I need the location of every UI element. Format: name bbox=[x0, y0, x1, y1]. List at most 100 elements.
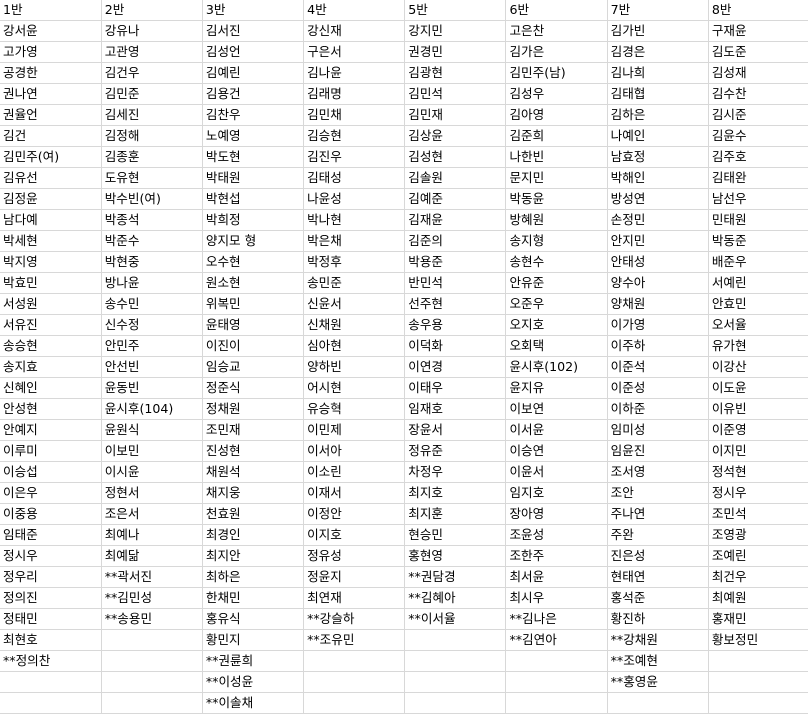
header-cell[interactable]: 7반 bbox=[607, 0, 709, 21]
table-cell[interactable]: 권경민 bbox=[404, 41, 507, 63]
table-cell[interactable] bbox=[404, 692, 507, 714]
table-cell[interactable]: 이보연 bbox=[505, 398, 608, 420]
table-cell[interactable]: 김가은 bbox=[505, 41, 608, 63]
header-cell[interactable]: 3반 bbox=[202, 0, 305, 21]
table-cell[interactable]: 이준성 bbox=[607, 377, 709, 399]
table-cell[interactable]: 김래명 bbox=[303, 83, 406, 105]
table-cell[interactable]: 오수현 bbox=[202, 251, 305, 273]
table-cell[interactable]: 김진우 bbox=[303, 146, 406, 168]
table-cell[interactable]: 김용건 bbox=[202, 83, 305, 105]
table-cell[interactable]: 송수민 bbox=[101, 293, 203, 315]
table-cell[interactable]: 조한주 bbox=[505, 545, 608, 567]
table-cell[interactable]: 최건우 bbox=[708, 566, 808, 588]
table-cell[interactable] bbox=[505, 650, 608, 672]
table-cell[interactable]: 김민채 bbox=[303, 104, 406, 126]
table-cell[interactable]: 윤태영 bbox=[202, 314, 305, 336]
table-cell[interactable] bbox=[404, 629, 507, 651]
table-cell[interactable] bbox=[303, 671, 406, 693]
table-cell[interactable]: 이하준 bbox=[607, 398, 709, 420]
table-cell[interactable]: 서유진 bbox=[0, 314, 102, 336]
table-cell[interactable]: 서예린 bbox=[708, 272, 808, 294]
table-cell[interactable]: 김상윤 bbox=[404, 125, 507, 147]
table-cell[interactable]: 이재서 bbox=[303, 482, 406, 504]
table-cell[interactable]: 선주현 bbox=[404, 293, 507, 315]
table-cell[interactable] bbox=[101, 629, 203, 651]
table-cell[interactable]: 윤원식 bbox=[101, 419, 203, 441]
table-cell[interactable]: 진성현 bbox=[202, 440, 305, 462]
table-cell[interactable]: 임미성 bbox=[607, 419, 709, 441]
table-cell[interactable]: 박은채 bbox=[303, 230, 406, 252]
table-cell[interactable]: 진은성 bbox=[607, 545, 709, 567]
table-cell[interactable]: 오서율 bbox=[708, 314, 808, 336]
table-cell[interactable]: 박효민 bbox=[0, 272, 102, 294]
table-cell[interactable]: 남다예 bbox=[0, 209, 102, 231]
table-cell[interactable]: 주나연 bbox=[607, 503, 709, 525]
table-cell[interactable] bbox=[708, 650, 808, 672]
table-cell[interactable]: 주완 bbox=[607, 524, 709, 546]
table-cell[interactable]: 이지민 bbox=[708, 440, 808, 462]
table-cell[interactable]: 박세현 bbox=[0, 230, 102, 252]
table-cell[interactable]: 김도준 bbox=[708, 41, 808, 63]
header-cell[interactable]: 4반 bbox=[303, 0, 406, 21]
table-cell[interactable]: 나한빈 bbox=[505, 146, 608, 168]
table-cell[interactable]: 조영광 bbox=[708, 524, 808, 546]
table-cell[interactable]: 도유현 bbox=[101, 167, 203, 189]
table-cell[interactable]: 정석현 bbox=[708, 461, 808, 483]
table-cell[interactable]: 최연재 bbox=[303, 587, 406, 609]
table-cell[interactable]: 현태연 bbox=[607, 566, 709, 588]
table-cell[interactable]: 홍석준 bbox=[607, 587, 709, 609]
table-cell[interactable] bbox=[505, 671, 608, 693]
table-cell[interactable]: 황진하 bbox=[607, 608, 709, 630]
table-cell[interactable]: 이준영 bbox=[708, 419, 808, 441]
table-cell[interactable]: 김세진 bbox=[101, 104, 203, 126]
table-cell[interactable]: 박동준 bbox=[708, 230, 808, 252]
table-cell[interactable]: 최지안 bbox=[202, 545, 305, 567]
table-cell[interactable]: 현승민 bbox=[404, 524, 507, 546]
table-cell[interactable]: 차정우 bbox=[404, 461, 507, 483]
table-cell[interactable]: 이은우 bbox=[0, 482, 102, 504]
table-cell[interactable]: 정우리 bbox=[0, 566, 102, 588]
table-cell[interactable]: 채원석 bbox=[202, 461, 305, 483]
table-cell[interactable]: 이소린 bbox=[303, 461, 406, 483]
table-cell[interactable]: 임재호 bbox=[404, 398, 507, 420]
table-cell[interactable]: 김태협 bbox=[607, 83, 709, 105]
table-cell[interactable]: 김나희 bbox=[607, 62, 709, 84]
table-cell[interactable]: 서성원 bbox=[0, 293, 102, 315]
header-cell[interactable]: 5반 bbox=[404, 0, 507, 21]
table-cell[interactable]: 조은서 bbox=[101, 503, 203, 525]
table-cell[interactable]: 이연경 bbox=[404, 356, 507, 378]
table-cell[interactable]: 김주호 bbox=[708, 146, 808, 168]
table-cell[interactable]: 최예닮 bbox=[101, 545, 203, 567]
table-cell[interactable] bbox=[101, 650, 203, 672]
table-cell[interactable]: 김하은 bbox=[607, 104, 709, 126]
table-cell[interactable]: 안예지 bbox=[0, 419, 102, 441]
table-cell[interactable]: 박나현 bbox=[303, 209, 406, 231]
table-cell[interactable]: 이정안 bbox=[303, 503, 406, 525]
table-cell[interactable]: 최예나 bbox=[101, 524, 203, 546]
table-cell[interactable]: 이진이 bbox=[202, 335, 305, 357]
table-cell[interactable]: 이중용 bbox=[0, 503, 102, 525]
table-cell[interactable]: 정윤지 bbox=[303, 566, 406, 588]
table-cell[interactable]: 김찬우 bbox=[202, 104, 305, 126]
table-cell[interactable]: 고은찬 bbox=[505, 20, 608, 42]
table-cell[interactable]: 한채민 bbox=[202, 587, 305, 609]
table-cell[interactable]: **정의찬 bbox=[0, 650, 102, 672]
table-cell[interactable]: **송용민 bbox=[101, 608, 203, 630]
table-cell[interactable]: 김솔원 bbox=[404, 167, 507, 189]
table-cell[interactable]: 방나윤 bbox=[101, 272, 203, 294]
table-cell[interactable]: **강채원 bbox=[607, 629, 709, 651]
table-cell[interactable]: 박태원 bbox=[202, 167, 305, 189]
table-cell[interactable]: 안선빈 bbox=[101, 356, 203, 378]
table-cell[interactable]: **조예현 bbox=[607, 650, 709, 672]
table-cell[interactable]: 강유나 bbox=[101, 20, 203, 42]
table-cell[interactable]: 최지호 bbox=[404, 482, 507, 504]
table-cell[interactable]: 김재윤 bbox=[404, 209, 507, 231]
table-cell[interactable]: 박준수 bbox=[101, 230, 203, 252]
table-cell[interactable]: 황민지 bbox=[202, 629, 305, 651]
table-cell[interactable] bbox=[708, 692, 808, 714]
table-cell[interactable]: 조민재 bbox=[202, 419, 305, 441]
table-cell[interactable]: 송지형 bbox=[505, 230, 608, 252]
table-cell[interactable]: 임지호 bbox=[505, 482, 608, 504]
table-cell[interactable]: 김종훈 bbox=[101, 146, 203, 168]
table-cell[interactable]: 조예린 bbox=[708, 545, 808, 567]
